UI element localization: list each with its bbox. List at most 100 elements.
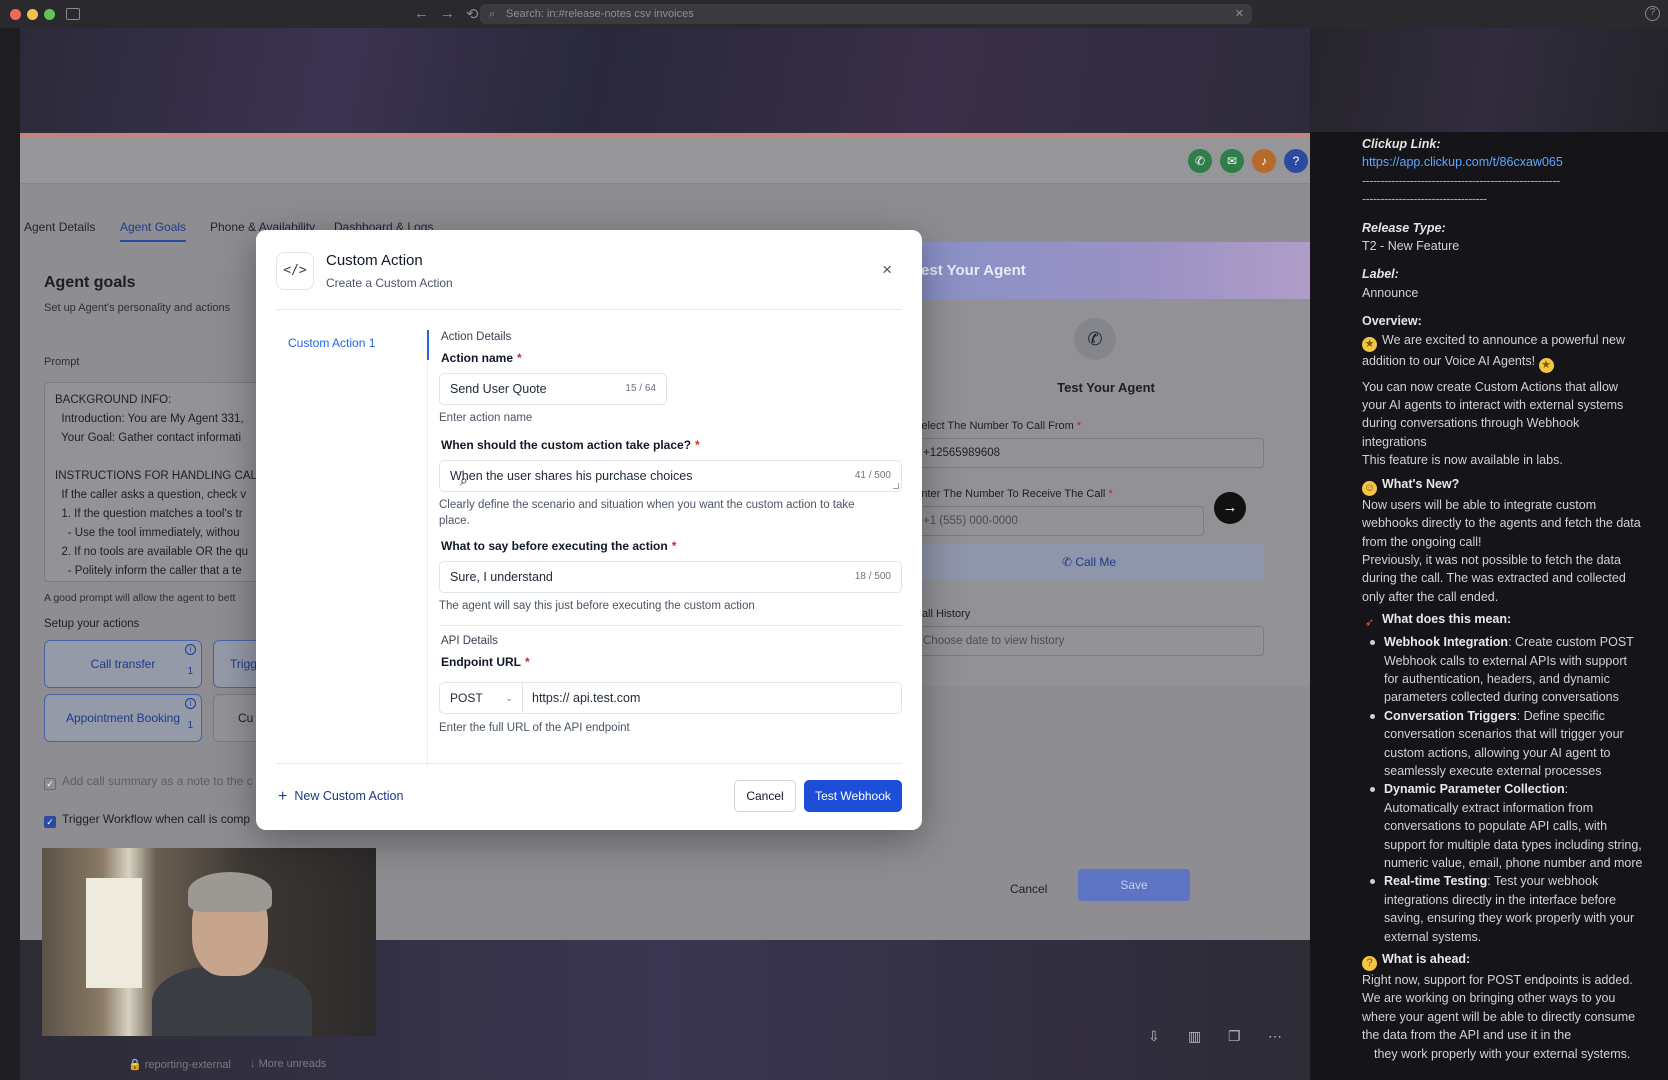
chevron-down-icon: ⌄: [505, 693, 513, 703]
whats-new-label: What's New?: [1382, 476, 1460, 491]
phone-icon[interactable]: ✆: [1188, 149, 1212, 173]
whats-new-text: Previously, it was not possible to fetch…: [1362, 552, 1626, 604]
call-summary-checkbox-row[interactable]: ✓ Add call summary as a note to the c: [44, 774, 253, 790]
prompt-textarea[interactable]: BACKGROUND INFO: Introduction: You are M…: [44, 382, 274, 582]
video-person-hair: [188, 872, 272, 912]
modal-title: Custom Action: [326, 252, 423, 269]
to-number-label: Enter The Number To Receive The Call *: [914, 488, 1113, 500]
star-icon: ★: [1362, 336, 1377, 352]
pre-action-message-label: What to say before executing the action *: [441, 539, 677, 553]
page-cancel-button[interactable]: Cancel: [1010, 882, 1047, 896]
help-circle-icon[interactable]: ?: [1284, 149, 1308, 173]
action-name-help: Enter action name: [439, 412, 533, 424]
action-card-label: Call transfer: [90, 657, 156, 671]
minimize-window-button[interactable]: [27, 9, 38, 20]
list-item: Webhook Integration: Create custom POST …: [1370, 633, 1644, 707]
test-agent-title: Test Your Agent: [1057, 380, 1155, 395]
trigger-textarea[interactable]: When the user shares his purchase choice…: [439, 460, 902, 492]
smile-emoji-icon: ☺: [1362, 480, 1377, 496]
trigger-workflow-checkbox-row[interactable]: ✓ Trigger Workflow when call is comp: [44, 812, 250, 828]
submit-arrow-button[interactable]: →: [1214, 492, 1246, 524]
divider: [439, 625, 902, 626]
char-count: 41 / 500: [854, 470, 891, 481]
test-agent-header: Test Your Agent: [902, 242, 1310, 299]
webcam-video: [42, 848, 376, 1036]
sidebar-item-custom-action-1[interactable]: Custom Action 1: [288, 336, 375, 350]
resize-handle-icon[interactable]: [893, 483, 899, 489]
overview-label: Overview:: [1362, 314, 1422, 329]
divider: ----------------------------------------…: [1362, 173, 1560, 188]
http-method-select[interactable]: POST ⌄: [439, 682, 523, 714]
ahead-text: Right now, support for POST endpoints is…: [1362, 973, 1636, 1043]
action-count: 1: [187, 720, 193, 731]
meaning-label: What does this mean:: [1382, 612, 1512, 627]
more-icon[interactable]: ⋯: [1268, 1028, 1282, 1045]
checkbox-label: Trigger Workflow when call is comp: [62, 812, 251, 826]
left-strip: [0, 28, 20, 1080]
clickup-link[interactable]: https://app.clickup.com/t/86cxaw065: [1362, 155, 1563, 169]
forward-arrow-icon[interactable]: →: [440, 5, 455, 22]
maximize-window-button[interactable]: [44, 9, 55, 20]
star-icon: ★: [1538, 357, 1554, 373]
call-history-date-picker[interactable]: Choose date to view history: [914, 626, 1264, 656]
tab-agent-details[interactable]: Agent Details: [24, 220, 95, 234]
pre-action-message-input[interactable]: Sure, I understand 18 / 500: [439, 561, 902, 593]
prompt-line: BACKGROUND INFO:: [55, 394, 172, 406]
history-icon[interactable]: ⟲: [466, 5, 479, 23]
endpoint-url-input[interactable]: https:// api.test.com: [522, 682, 902, 714]
divider: ----------------------------------: [1362, 192, 1487, 207]
endpoint-url-help: Enter the full URL of the API endpoint: [439, 722, 630, 734]
checkbox[interactable]: ✓: [44, 816, 56, 828]
help-icon[interactable]: ?: [1645, 6, 1660, 21]
bell-icon[interactable]: ♪: [1252, 149, 1276, 173]
page-save-button[interactable]: Save: [1078, 869, 1190, 901]
to-number-input[interactable]: +1 (555) 000-0000: [914, 506, 1204, 536]
new-custom-action-button[interactable]: + New Custom Action: [278, 788, 403, 806]
label-label: Label:: [1362, 267, 1399, 282]
megaphone-icon[interactable]: ✉: [1220, 149, 1244, 173]
browser-top-bar: ← → ⟲ ⌕ Search: in:#release-notes csv in…: [0, 0, 1668, 28]
video-window-light: [86, 878, 142, 988]
action-card-appointment-booking[interactable]: Appointment Booking i 1: [44, 694, 202, 742]
split-view-icon[interactable]: ▥: [1188, 1028, 1201, 1045]
action-name-input[interactable]: Send User Quote 15 / 64: [439, 373, 667, 405]
test-webhook-button[interactable]: Test Webhook: [804, 780, 902, 812]
list-item: Conversation Triggers: Define specific c…: [1370, 707, 1644, 781]
char-count: 18 / 500: [854, 571, 891, 582]
api-details-heading: API Details: [441, 635, 498, 647]
modal-subtitle: Create a Custom Action: [326, 276, 453, 290]
divider: [276, 763, 902, 764]
prompt-line: [55, 448, 263, 467]
action-card-label: Appointment Booking: [65, 711, 181, 725]
action-card-label: Cu: [238, 711, 254, 725]
search-input[interactable]: ⌕ Search: in:#release-notes csv invoices…: [480, 4, 1252, 24]
call-me-button[interactable]: ✆ Call Me: [914, 544, 1264, 580]
call-history-label: Call History: [914, 608, 971, 620]
prompt-line: INSTRUCTIONS FOR HANDLING CAL: [55, 470, 257, 482]
sidebar-toggle-icon[interactable]: [66, 8, 80, 20]
panel-title: Agent goals: [44, 274, 136, 291]
release-notes-panel: Clickup Link: https://app.clickup.com/t/…: [1310, 28, 1668, 1080]
video-person-body: [152, 966, 312, 1036]
plus-icon: +: [278, 788, 288, 805]
close-icon[interactable]: ×: [882, 260, 892, 280]
search-icon: ⌕: [489, 8, 496, 20]
pre-action-message-help: The agent will say this just before exec…: [439, 600, 755, 612]
label-value: Announce: [1362, 285, 1419, 300]
cancel-button[interactable]: Cancel: [734, 780, 796, 812]
release-notes-message: Clickup Link: https://app.clickup.com/t/…: [1362, 135, 1644, 1063]
from-number-select[interactable]: +12565989608: [914, 438, 1264, 468]
download-icon[interactable]: ⇩: [1148, 1028, 1160, 1045]
clear-search-icon[interactable]: ✕: [1235, 4, 1244, 24]
checkbox[interactable]: ✓: [44, 778, 56, 790]
app-header: ✆ ✉ ♪ ?: [20, 138, 1310, 184]
tab-agent-goals[interactable]: Agent Goals: [120, 220, 187, 242]
back-arrow-icon[interactable]: ←: [414, 5, 429, 22]
list-item: Real-time Testing: Test your webhook int…: [1370, 872, 1644, 946]
copy-icon[interactable]: ❐: [1228, 1028, 1241, 1045]
channel-name[interactable]: 🔒 reporting-external: [128, 1058, 231, 1071]
more-unreads[interactable]: ↓ More unreads: [250, 1058, 326, 1070]
action-card-call-transfer[interactable]: Call transfer i 1: [44, 640, 202, 688]
test-agent-panel: Test Your Agent ✆ Test Your Agent Select…: [902, 242, 1310, 686]
close-window-button[interactable]: [10, 9, 21, 20]
